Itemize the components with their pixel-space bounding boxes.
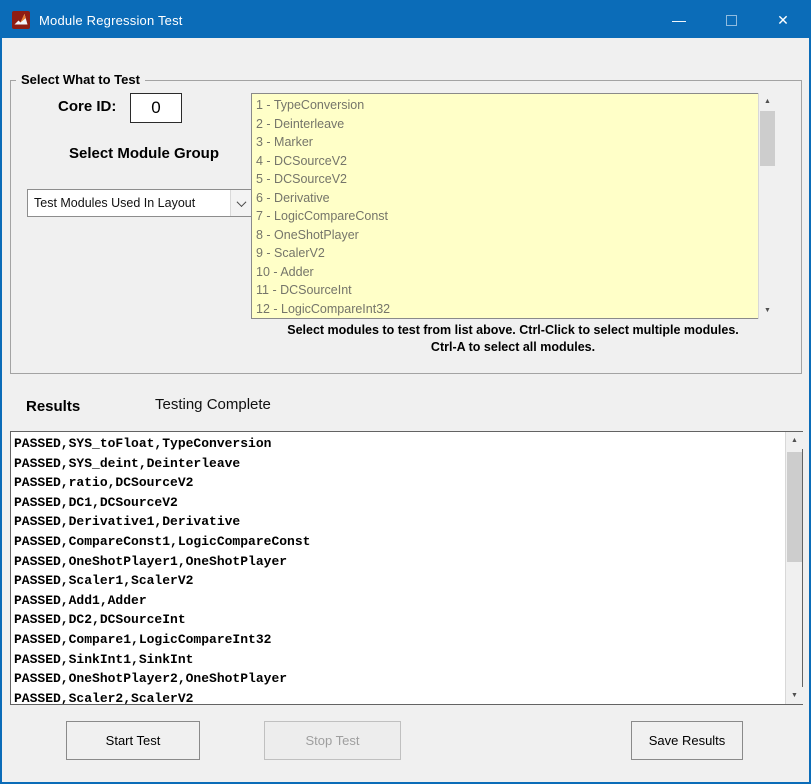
scroll-down-icon[interactable]: ▼: [759, 302, 776, 319]
scroll-down-icon[interactable]: ▼: [786, 687, 803, 704]
result-line[interactable]: PASSED,OneShotPlayer1,OneShotPlayer: [14, 552, 782, 572]
scroll-up-icon[interactable]: ▲: [786, 432, 803, 449]
window-controls: — ✕: [653, 2, 809, 38]
save-results-button[interactable]: Save Results: [631, 721, 743, 760]
module-list-item[interactable]: 10 - Adder: [256, 263, 754, 282]
stop-test-button[interactable]: Stop Test: [264, 721, 401, 760]
scrollbar-thumb[interactable]: [787, 452, 802, 562]
module-list-item[interactable]: 6 - Derivative: [256, 189, 754, 208]
result-line[interactable]: PASSED,Compare1,LogicCompareInt32: [14, 630, 782, 650]
minimize-button[interactable]: —: [653, 2, 705, 38]
result-line[interactable]: PASSED,SYS_toFloat,TypeConversion: [14, 434, 782, 454]
maximize-icon: [726, 15, 737, 26]
module-list-item[interactable]: 12 - LogicCompareInt32: [256, 300, 754, 319]
module-select-hint: Select modules to test from list above. …: [251, 322, 775, 356]
core-id-input[interactable]: [130, 93, 182, 123]
module-group-label: Select Module Group: [49, 145, 239, 162]
module-group-dropdown[interactable]: Test Modules Used In Layout: [27, 189, 253, 217]
module-group-selected-value: Test Modules Used In Layout: [28, 196, 230, 210]
result-line[interactable]: PASSED,ratio,DCSourceV2: [14, 473, 782, 493]
module-list-item[interactable]: 8 - OneShotPlayer: [256, 226, 754, 245]
result-line[interactable]: PASSED,SinkInt1,SinkInt: [14, 650, 782, 670]
result-line[interactable]: PASSED,SYS_deint,Deinterleave: [14, 454, 782, 474]
module-list-item[interactable]: 1 - TypeConversion: [256, 96, 754, 115]
module-list-item[interactable]: 5 - DCSourceV2: [256, 170, 754, 189]
select-what-to-test-panel: Select What to Test Core ID: Select Modu…: [10, 80, 802, 374]
result-line[interactable]: PASSED,OneShotPlayer2,OneShotPlayer: [14, 669, 782, 689]
module-list-item[interactable]: 9 - ScalerV2: [256, 244, 754, 263]
module-list-item[interactable]: 3 - Marker: [256, 133, 754, 152]
result-line[interactable]: PASSED,DC1,DCSourceV2: [14, 493, 782, 513]
start-test-button[interactable]: Start Test: [66, 721, 200, 760]
result-line[interactable]: PASSED,Derivative1,Derivative: [14, 512, 782, 532]
close-button[interactable]: ✕: [757, 2, 809, 38]
maximize-button[interactable]: [705, 2, 757, 38]
result-line[interactable]: PASSED,CompareConst1,LogicCompareConst: [14, 532, 782, 552]
module-list-item[interactable]: 11 - DCSourceInt: [256, 281, 754, 300]
core-id-label: Core ID:: [58, 98, 116, 115]
window-title: Module Regression Test: [39, 13, 183, 28]
chevron-down-icon[interactable]: [230, 190, 252, 216]
result-line[interactable]: PASSED,Add1,Adder: [14, 591, 782, 611]
matlab-icon: [12, 11, 30, 29]
result-line[interactable]: PASSED,DC2,DCSourceInt: [14, 610, 782, 630]
title-bar: Module Regression Test — ✕: [2, 2, 809, 38]
module-listbox[interactable]: 1 - TypeConversion2 - Deinterleave3 - Ma…: [251, 93, 775, 319]
hint-line-1: Select modules to test from list above. …: [251, 322, 775, 339]
panel-legend: Select What to Test: [16, 72, 145, 87]
module-list-item[interactable]: 7 - LogicCompareConst: [256, 207, 754, 226]
scroll-up-icon[interactable]: ▲: [759, 93, 776, 110]
scrollbar-thumb[interactable]: [760, 111, 775, 166]
results-label: Results: [26, 398, 80, 415]
result-line[interactable]: PASSED,Scaler1,ScalerV2: [14, 571, 782, 591]
testing-status-text: Testing Complete: [155, 396, 271, 413]
hint-line-2: Ctrl-A to select all modules.: [251, 339, 775, 356]
result-line[interactable]: PASSED,Scaler2,ScalerV2: [14, 689, 782, 705]
module-list-item[interactable]: 4 - DCSourceV2: [256, 152, 754, 171]
module-list-scrollbar[interactable]: ▲ ▼: [758, 93, 775, 319]
results-scrollbar[interactable]: ▲ ▼: [785, 432, 802, 704]
app-window: Module Regression Test — ✕ Select What t…: [0, 0, 811, 784]
results-listbox[interactable]: PASSED,SYS_toFloat,TypeConversionPASSED,…: [10, 431, 803, 705]
module-list-item[interactable]: 2 - Deinterleave: [256, 115, 754, 134]
